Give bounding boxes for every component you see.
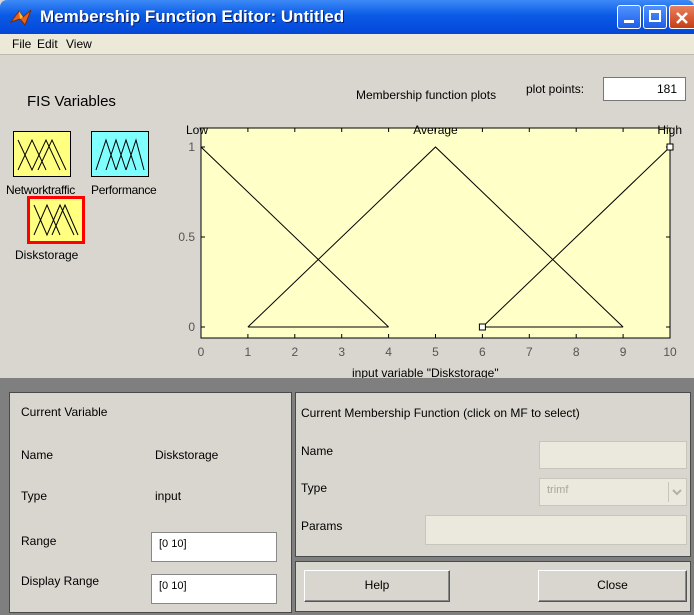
y-tick-label: 0.5	[178, 230, 195, 244]
x-tick-label: 5	[432, 345, 439, 359]
x-tick-label: 2	[291, 345, 298, 359]
range-input[interactable]: [0 10]	[151, 532, 277, 562]
x-tick-label: 0	[198, 345, 205, 359]
mf-type-select[interactable]: trimf	[539, 478, 687, 506]
cv-range-label: Range	[21, 534, 57, 548]
mf-handle[interactable]	[666, 143, 674, 151]
help-button[interactable]: Help	[304, 570, 450, 602]
x-tick-label: 4	[385, 345, 392, 359]
membership-function-chart[interactable]: 0 1 2 3 4 5 6 7 8 9 10 0 0.5 1 Low Average High	[0, 0, 694, 378]
plot-area[interactable]	[200, 127, 671, 339]
display-range-input[interactable]: [0 10]	[151, 574, 277, 604]
chevron-down-icon[interactable]	[668, 482, 685, 502]
mf-type-value: trimf	[547, 484, 569, 496]
mf-params-label: Params	[301, 519, 343, 533]
cv-type-value: input	[155, 489, 182, 503]
y-tick-label: 0	[188, 320, 195, 334]
mf-type-label: Type	[301, 481, 328, 495]
mf-handle[interactable]	[478, 323, 486, 331]
current-variable-heading: Current Variable	[21, 405, 108, 419]
mf-label-low[interactable]: Low	[186, 123, 208, 137]
x-tick-label: 10	[663, 345, 677, 359]
x-tick-label: 3	[338, 345, 345, 359]
close-button[interactable]: Close	[538, 570, 687, 602]
x-tick-label: 9	[620, 345, 627, 359]
cv-display-range-label: Display Range	[21, 574, 100, 588]
mf-label-average[interactable]: Average	[413, 123, 458, 137]
x-tick-label: 7	[526, 345, 533, 359]
cv-name-label: Name	[21, 448, 54, 462]
cv-type-label: Type	[21, 489, 48, 503]
current-mf-heading: Current Membership Function (click on MF…	[301, 406, 580, 420]
mf-name-label: Name	[301, 444, 334, 458]
x-tick-label: 1	[245, 345, 252, 359]
y-tick-label: 1	[188, 140, 195, 154]
x-tick-label: 6	[479, 345, 486, 359]
mf-label-high[interactable]: High	[657, 123, 682, 137]
mf-name-input[interactable]	[539, 441, 687, 469]
mf-params-input[interactable]	[425, 515, 687, 545]
x-tick-label: 8	[573, 345, 580, 359]
cv-name-value: Diskstorage	[155, 448, 219, 462]
